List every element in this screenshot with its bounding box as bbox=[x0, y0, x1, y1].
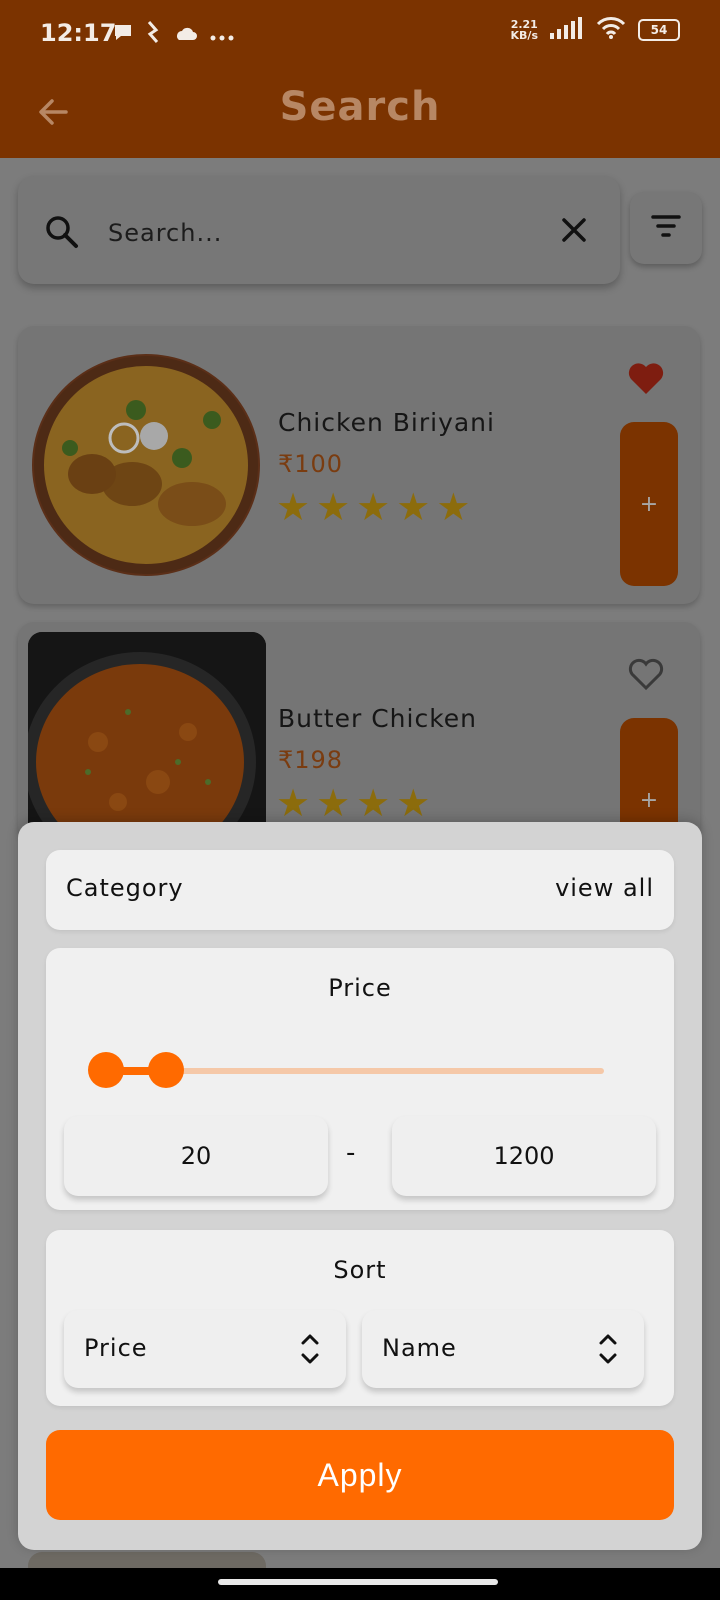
search-input[interactable] bbox=[106, 212, 530, 254]
view-all-link[interactable]: view all bbox=[555, 874, 654, 902]
food-card bbox=[28, 1552, 266, 1568]
status-bar: 12:17 2.21 KB/s 54 bbox=[0, 0, 720, 70]
sort-panel: Sort Price Name bbox=[46, 1230, 674, 1406]
category-panel[interactable]: Category view all bbox=[46, 850, 674, 930]
sort-primary-select[interactable]: Price bbox=[64, 1310, 346, 1388]
status-system-icons: 2.21 KB/s 54 bbox=[511, 16, 680, 44]
star-icon: ★ bbox=[276, 781, 311, 825]
filter-sheet: Category view all Price 20 - 1200 Sort P… bbox=[18, 822, 702, 1550]
category-label: Category bbox=[66, 874, 184, 902]
star-icon: ★ bbox=[316, 781, 351, 825]
app-notification-icon bbox=[146, 20, 160, 49]
min-price-field[interactable]: 20 bbox=[64, 1116, 328, 1196]
price-slider-max-handle[interactable] bbox=[147, 1052, 184, 1088]
food-card[interactable]: Butter Chicken ₹198 ★ ★ ★ ★ + bbox=[18, 622, 700, 842]
status-time: 12:17 bbox=[40, 19, 117, 47]
food-card[interactable]: Chicken Biriyani ₹100 ★ ★ ★ ★ ★ + bbox=[18, 326, 700, 604]
chevron-up-down-icon bbox=[300, 1330, 320, 1372]
page-title: Search bbox=[279, 84, 441, 130]
apply-button[interactable]: Apply bbox=[46, 1430, 674, 1520]
food-name: Chicken Biriyani bbox=[278, 408, 495, 437]
star-icon: ★ bbox=[316, 485, 351, 529]
filter-button[interactable] bbox=[630, 192, 702, 264]
search-bar[interactable] bbox=[18, 176, 620, 284]
favorite-filled-heart-icon[interactable] bbox=[626, 360, 666, 400]
range-separator: - bbox=[346, 1138, 356, 1168]
food-name: Butter Chicken bbox=[278, 704, 478, 733]
cloud-icon bbox=[172, 23, 198, 47]
food-image bbox=[32, 354, 260, 576]
search-icon bbox=[44, 214, 80, 254]
battery-icon: 54 bbox=[638, 19, 680, 41]
star-icon: ★ bbox=[276, 485, 311, 529]
home-gesture-handle[interactable] bbox=[218, 1579, 498, 1585]
star-icon: ★ bbox=[396, 485, 431, 529]
food-image bbox=[28, 632, 266, 842]
chevron-up-down-icon bbox=[598, 1330, 618, 1372]
favorite-outline-heart-icon[interactable] bbox=[626, 656, 666, 696]
star-icon: ★ bbox=[436, 485, 471, 529]
star-icon: ★ bbox=[356, 781, 391, 825]
sort-primary-value: Price bbox=[84, 1334, 148, 1362]
signal-icon bbox=[550, 17, 584, 43]
food-price: ₹198 bbox=[278, 746, 344, 774]
price-panel: Price 20 - 1200 bbox=[46, 948, 674, 1210]
rating-stars: ★ ★ ★ ★ bbox=[276, 784, 430, 822]
clear-icon[interactable] bbox=[558, 214, 590, 250]
rating-stars: ★ ★ ★ ★ ★ bbox=[276, 488, 470, 526]
add-to-cart-button[interactable]: + bbox=[620, 422, 678, 586]
system-navigation-bar bbox=[0, 1568, 720, 1600]
wifi-icon bbox=[596, 16, 626, 44]
status-notification-icons bbox=[112, 20, 234, 49]
battery-level: 54 bbox=[650, 23, 668, 37]
star-icon: ★ bbox=[356, 485, 391, 529]
chat-icon bbox=[112, 21, 134, 48]
sort-title: Sort bbox=[333, 1256, 387, 1284]
sort-secondary-value: Name bbox=[382, 1334, 457, 1362]
network-speed-unit: KB/s bbox=[510, 29, 538, 42]
price-slider-min-handle[interactable] bbox=[88, 1052, 124, 1088]
filter-icon bbox=[650, 214, 682, 242]
price-title: Price bbox=[328, 974, 392, 1002]
sort-secondary-select[interactable]: Name bbox=[362, 1310, 644, 1388]
star-icon: ★ bbox=[396, 781, 431, 825]
food-price: ₹100 bbox=[278, 450, 344, 478]
more-notifications-icon bbox=[210, 23, 234, 47]
max-price-field[interactable]: 1200 bbox=[392, 1116, 656, 1196]
app-bar: Search bbox=[0, 70, 720, 158]
network-speed: 2.21 KB/s bbox=[511, 19, 538, 41]
